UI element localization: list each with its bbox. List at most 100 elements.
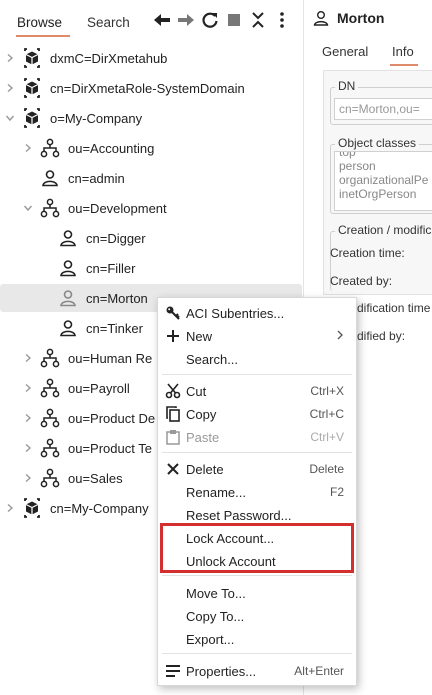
entry-title: Morton — [337, 10, 385, 26]
menu-item-rename[interactable]: Rename... F2 — [158, 481, 356, 503]
refresh-icon[interactable] — [198, 8, 222, 32]
menu-item-label: Reset Password... — [186, 507, 292, 523]
list-item: organizationalPe — [339, 173, 429, 187]
info-panel: DN cn=Morton,ou= Object classes top pers… — [323, 70, 432, 295]
menu-item-cut[interactable]: Cut Ctrl+X — [158, 380, 356, 402]
menu-item-delete[interactable]: Delete Delete — [158, 458, 356, 480]
tree-item-label: cn=My-Company — [50, 500, 149, 516]
chevron-right-icon[interactable] — [22, 412, 34, 424]
menu-item-copy-to[interactable]: Copy To... — [158, 605, 356, 627]
chevron-right-icon[interactable] — [22, 142, 34, 154]
tree-item[interactable]: ou=Development — [0, 194, 302, 222]
chevron-right-icon[interactable] — [4, 52, 16, 64]
chevron-down-icon[interactable] — [4, 112, 16, 124]
person-icon — [40, 168, 60, 188]
copy-icon — [164, 405, 182, 423]
list-item: top — [339, 151, 356, 159]
person-icon — [58, 318, 78, 338]
menu-item-label: Properties... — [186, 663, 257, 679]
key-icon — [164, 304, 182, 322]
tree-item-label: cn=Morton — [86, 290, 148, 306]
tree-item[interactable]: o=My-Company — [0, 104, 302, 132]
chevron-right-icon[interactable] — [22, 472, 34, 484]
org-icon — [40, 408, 60, 428]
cube-icon — [22, 498, 42, 518]
menu-item-label: New — [186, 328, 213, 344]
chevron-right-icon[interactable] — [22, 382, 34, 394]
chevron-down-icon[interactable] — [22, 202, 34, 214]
tree-item-label: ou=Sales — [68, 470, 123, 486]
context-menu: ACI Subentries... New Search... Cut Ctrl+X Co… — [157, 297, 357, 686]
properties-icon — [164, 662, 182, 680]
org-icon — [40, 378, 60, 398]
creation-label: Creation / modific — [335, 223, 432, 237]
person-icon — [58, 258, 78, 278]
menu-item-paste: Paste Ctrl+V — [158, 426, 356, 448]
chevron-right-icon[interactable] — [22, 442, 34, 454]
tree-item[interactable]: cn=Digger — [0, 224, 302, 252]
org-icon — [40, 438, 60, 458]
menu-item-export[interactable]: Export... — [158, 628, 356, 650]
menu-separator — [162, 575, 352, 576]
back-icon[interactable] — [150, 8, 174, 32]
menu-item-label: Search... — [186, 351, 239, 367]
tree-item[interactable]: cn=admin — [0, 164, 302, 192]
tree-item[interactable]: ou=Accounting — [0, 134, 302, 162]
object-classes-list[interactable]: top person organizationalPe inetOrgPerso… — [334, 151, 432, 211]
forward-icon[interactable] — [174, 8, 198, 32]
tab-general[interactable]: General — [322, 44, 368, 59]
tree-item-label: ou=Accounting — [68, 140, 155, 156]
creation-group: Creation / modific Creation time: Create… — [330, 223, 432, 291]
cube-icon — [22, 108, 42, 128]
menu-item-copy[interactable]: Copy Ctrl+C — [158, 403, 356, 425]
more-icon[interactable] — [270, 8, 294, 32]
highlight-box — [160, 523, 354, 573]
dn-field[interactable]: cn=Morton,ou= — [334, 98, 432, 120]
org-icon — [40, 198, 60, 218]
tree-item-label: ou=Payroll — [68, 380, 130, 396]
tree-item-label: cn=Digger — [86, 230, 146, 246]
plus-icon — [164, 327, 182, 345]
tab-browse[interactable]: Browse — [17, 15, 62, 30]
menu-item-label: Export... — [186, 631, 235, 647]
submenu-arrow-icon — [336, 329, 344, 343]
menu-item-new[interactable]: New — [158, 325, 356, 347]
active-tab-indicator — [16, 35, 70, 37]
menu-item-label: ACI Subentries... — [186, 305, 285, 321]
menu-item-shortcut: Ctrl+X — [310, 384, 344, 398]
menu-item-aci-subentries[interactable]: ACI Subentries... — [158, 302, 356, 324]
tree-item[interactable]: cn=DirXmetaRole-SystemDomain — [0, 74, 302, 102]
entry-header: Morton — [313, 10, 384, 26]
org-icon — [40, 138, 60, 158]
menu-separator — [162, 452, 352, 453]
tree-item[interactable]: dxmC=DirXmetahub — [0, 44, 302, 72]
stop-icon[interactable] — [222, 8, 246, 32]
menu-item-properties[interactable]: Properties... Alt+Enter — [158, 660, 356, 682]
list-item: inetOrgPerson — [339, 187, 417, 201]
tree-item-label: ou=Product De — [68, 410, 156, 426]
tree-item[interactable]: cn=Filler — [0, 254, 302, 282]
menu-item-move-to[interactable]: Move To... — [158, 582, 356, 604]
menu-item-label: Rename... — [186, 484, 246, 500]
tree-item-label: dxmC=DirXmetahub — [50, 50, 168, 66]
chevron-right-icon[interactable] — [22, 352, 34, 364]
menu-item-search[interactable]: Search... — [158, 348, 356, 370]
chevron-right-icon[interactable] — [4, 82, 16, 94]
tab-search[interactable]: Search — [87, 15, 130, 30]
tab-info[interactable]: Info — [392, 44, 414, 59]
menu-item-label: Copy — [186, 406, 217, 422]
active-tab-indicator — [390, 64, 418, 66]
menu-item-label: Move To... — [186, 585, 246, 601]
cube-icon — [22, 78, 42, 98]
dn-group: DN cn=Morton,ou= — [330, 79, 432, 125]
chevron-right-icon[interactable] — [4, 502, 16, 514]
org-icon — [40, 468, 60, 488]
list-item: person — [339, 159, 376, 173]
tree-item-label: ou=Development — [68, 200, 167, 216]
collapse-icon[interactable] — [246, 8, 270, 32]
modification-time-label: dification time — [357, 301, 431, 315]
creation-time-label: Creation time: — [330, 246, 405, 260]
